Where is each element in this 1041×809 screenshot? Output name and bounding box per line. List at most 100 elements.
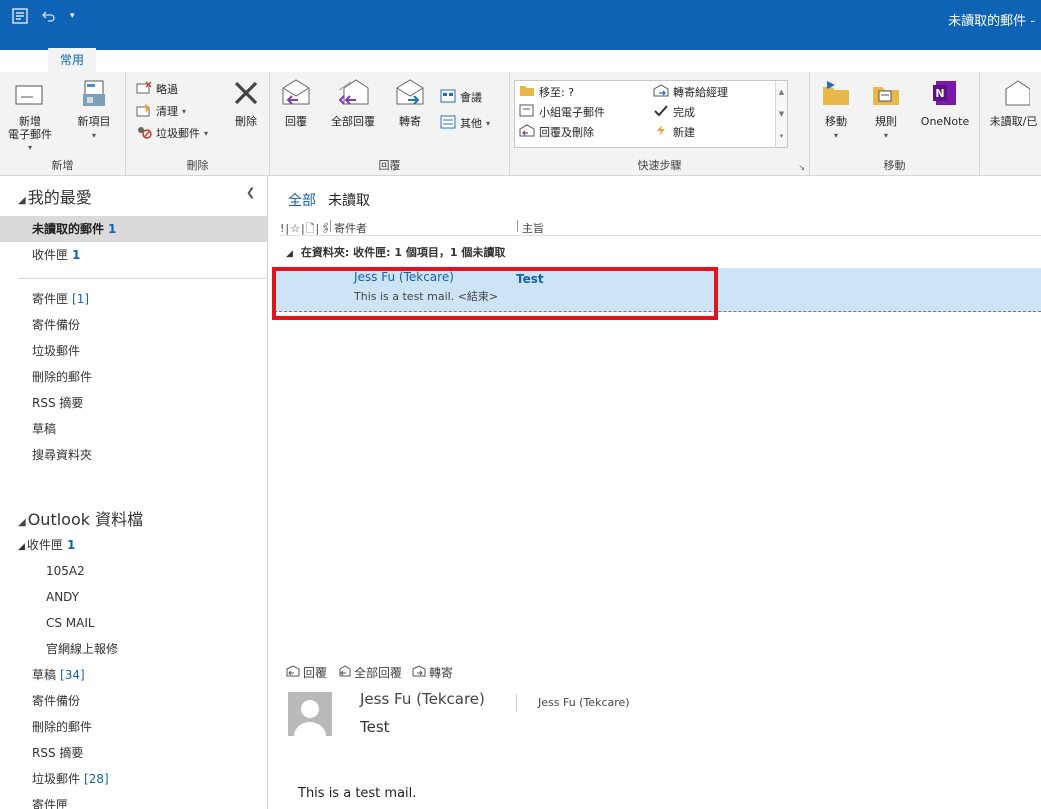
qs-to-manager-label: 轉寄給經理 xyxy=(673,86,728,99)
title-bar: ▾ 未讀取的郵件 - xyxy=(0,0,1041,50)
chevron-down-icon: ▾ xyxy=(833,131,838,140)
tab-folder[interactable]: 資料夾 xyxy=(180,50,240,72)
group-label-new: 新增 xyxy=(51,159,74,172)
nav-item-inbox-favorite[interactable]: 收件匣 1 xyxy=(0,242,267,268)
reading-recipient[interactable]: Jess Fu (Tekcare) xyxy=(538,696,630,709)
meeting-label: 會議 xyxy=(460,91,482,104)
nav-item-subfolder[interactable]: 105A2 xyxy=(0,558,267,584)
unread-read-button[interactable]: 未讀取/已 xyxy=(986,78,1041,129)
qs-done-label: 完成 xyxy=(673,106,695,119)
qs-move-to[interactable]: 移至: ? xyxy=(519,83,574,101)
forward-button[interactable]: 轉寄 xyxy=(390,78,430,129)
chevron-down-icon: ▾ xyxy=(182,106,187,116)
datafile-header[interactable]: ◢ Outlook 資料檔 xyxy=(18,506,143,530)
qat-customize-icon[interactable]: ▾ xyxy=(70,11,75,21)
reply-label: 回覆 xyxy=(285,115,307,128)
new-email-icon xyxy=(15,81,45,109)
qs-team-email-label: 小組電子郵件 xyxy=(539,106,605,119)
delete-label: 刪除 xyxy=(235,115,257,128)
tab-view[interactable]: 檢視 xyxy=(240,50,288,72)
cleanup-button[interactable]: 清理 ▾ xyxy=(136,102,186,120)
rules-icon xyxy=(871,79,901,111)
nav-item-deleted[interactable]: 刪除的郵件 xyxy=(0,364,267,390)
tab-send-receive[interactable]: 傳送 / 接收 xyxy=(96,50,180,72)
forward-icon xyxy=(412,665,426,680)
qs-to-manager[interactable]: 轉寄給經理 xyxy=(653,83,728,101)
col-flags-header[interactable]: !|☆|🗋|🖇 xyxy=(280,220,332,239)
group-header[interactable]: ◢ 在資料夾: 收件匣: 1 個項目，1 個未讀取 xyxy=(280,242,1041,264)
folder-icon xyxy=(519,84,535,100)
meeting-button[interactable]: 會議 xyxy=(440,88,482,106)
nav-item-search-folders[interactable]: 搜尋資料夾 xyxy=(0,442,267,468)
message-preview: This is a test mail. <結束> xyxy=(354,290,499,303)
col-from-header[interactable]: 寄件者 xyxy=(334,220,367,236)
rules-button[interactable]: 規則 ▾ xyxy=(866,78,906,143)
reading-body: This is a test mail. xyxy=(298,786,417,801)
filter-unread[interactable]: 未讀取 xyxy=(328,190,370,210)
qs-team-email[interactable]: 小組電子郵件 xyxy=(519,103,605,121)
reading-reply-button[interactable]: 回覆 xyxy=(286,664,327,681)
move-button[interactable]: 移動 ▾ xyxy=(816,78,856,143)
chevron-down-icon: ▾ xyxy=(883,131,888,140)
nav-item-deleted-2[interactable]: 刪除的郵件 xyxy=(0,714,267,740)
reading-reply-all-button[interactable]: 全部回覆 xyxy=(337,664,402,681)
forward-icon xyxy=(394,78,426,112)
nav-item-rss[interactable]: RSS 摘要 xyxy=(0,390,267,416)
reading-subject: Test xyxy=(360,718,390,736)
move-folder-icon xyxy=(821,79,851,111)
checkmark-icon xyxy=(653,104,669,120)
group-label-delete: 刪除 xyxy=(186,159,209,172)
quick-steps-scrollbar[interactable]: ▲ ▼ ▾ xyxy=(775,81,787,147)
tab-file[interactable]: 檔案 xyxy=(0,50,48,72)
nav-item-drafts[interactable]: 草稿 xyxy=(0,416,267,442)
reading-forward-button[interactable]: 轉寄 xyxy=(412,664,453,681)
reply-delete-icon xyxy=(519,124,535,140)
list-item[interactable]: Jess Fu (Tekcare) Test This is a test ma… xyxy=(274,268,1041,312)
nav-item-subfolder[interactable]: ANDY xyxy=(0,584,267,610)
qs-reply-delete-label: 回覆及刪除 xyxy=(539,126,594,139)
reading-sender[interactable]: Jess Fu (Tekcare) xyxy=(360,690,485,708)
nav-item-junk[interactable]: 垃圾郵件 xyxy=(0,338,267,364)
qs-move-to-label: 移至: ? xyxy=(539,86,575,99)
new-email-button[interactable]: 新增 電子郵件 ▾ xyxy=(4,78,56,155)
onenote-button[interactable]: N OneNote xyxy=(916,78,974,129)
more-respond-button[interactable]: 其他 ▾ xyxy=(440,114,490,132)
nav-item-rss-2[interactable]: RSS 摘要 xyxy=(0,740,267,766)
col-subject-header[interactable]: 主旨 xyxy=(522,220,544,236)
new-email-label: 新增 電子郵件 xyxy=(8,115,52,141)
tell-me-box[interactable]: 告訴我您想要執行的動作... xyxy=(288,50,471,72)
new-items-button[interactable]: 新項目 ▾ xyxy=(68,78,120,143)
minimize-pane-icon[interactable]: ❮ xyxy=(246,186,255,199)
meeting-icon xyxy=(440,89,456,106)
nav-item-unread-mail[interactable]: 未讀取的郵件 1 xyxy=(0,216,267,242)
nav-item-outbox[interactable]: 寄件匣 [1] xyxy=(0,286,267,312)
tab-home[interactable]: 常用 xyxy=(48,48,97,72)
reply-all-icon xyxy=(337,665,351,680)
delete-button[interactable]: 刪除 xyxy=(226,78,266,129)
reply-icon xyxy=(286,665,300,680)
nav-item-drafts-2[interactable]: 草稿 [34] xyxy=(0,662,267,688)
nav-item-subfolder[interactable]: 官網線上報修 xyxy=(0,636,267,662)
filter-all[interactable]: 全部 xyxy=(288,190,316,210)
reply-button[interactable]: 回覆 xyxy=(276,78,316,129)
nav-item-sent[interactable]: 寄件備份 xyxy=(0,312,267,338)
qs-reply-delete[interactable]: 回覆及刪除 xyxy=(519,123,594,141)
send-receive-icon[interactable] xyxy=(12,8,28,24)
nav-item-outbox-2[interactable]: 寄件匣 xyxy=(0,792,267,809)
qs-create-new[interactable]: 新建 xyxy=(653,123,695,141)
group-move: 移動 ▾ 規則 ▾ N OneNote 移動 xyxy=(810,72,980,176)
junk-button[interactable]: 垃圾郵件 ▾ xyxy=(136,124,208,142)
rules-label: 規則 xyxy=(875,115,897,128)
favorites-header[interactable]: ◢ 我的最愛 xyxy=(18,184,92,208)
ignore-button[interactable]: 略過 xyxy=(136,80,178,98)
forward-manager-icon xyxy=(653,84,669,100)
reply-all-button[interactable]: 全部回覆 xyxy=(326,78,380,129)
qs-done[interactable]: 完成 xyxy=(653,103,695,121)
reply-all-label: 全部回覆 xyxy=(331,115,375,128)
unread-read-label: 未讀取/已 xyxy=(989,115,1038,128)
undo-icon[interactable] xyxy=(42,9,56,23)
nav-item-inbox[interactable]: ◢ 收件匣 1 xyxy=(0,532,267,558)
nav-item-sent-2[interactable]: 寄件備份 xyxy=(0,688,267,714)
nav-item-subfolder[interactable]: CS MAIL xyxy=(0,610,267,636)
nav-item-junk-2[interactable]: 垃圾郵件 [28] xyxy=(0,766,267,792)
